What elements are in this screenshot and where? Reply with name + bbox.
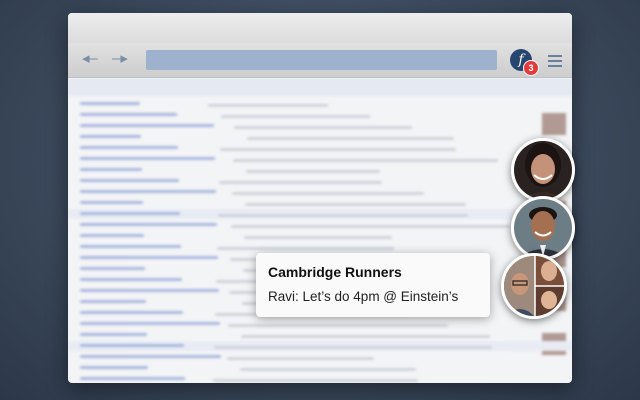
blurred-text-line — [247, 137, 454, 140]
blurred-link-line — [80, 212, 180, 215]
blurred-text-line — [240, 368, 416, 371]
blurred-webpage-content — [68, 78, 572, 383]
address-bar[interactable] — [146, 50, 497, 70]
blurred-link-line — [80, 234, 144, 237]
blurred-link-line — [80, 102, 140, 105]
blurred-link-line — [80, 300, 146, 303]
window-titlebar[interactable] — [68, 13, 572, 43]
blurred-text-line — [233, 159, 498, 162]
blurred-link-line — [80, 355, 221, 358]
chat-head-group[interactable] — [501, 253, 567, 319]
blurred-link-line — [80, 113, 177, 116]
blurred-link-line — [80, 190, 216, 193]
blurred-link-line — [80, 333, 147, 336]
chat-head-man[interactable] — [511, 196, 575, 260]
notification-title: Cambridge Runners — [268, 264, 402, 280]
blurred-thumbnail — [542, 113, 566, 135]
blurred-text-line — [220, 148, 456, 151]
woman-avatar-icon — [514, 141, 572, 199]
page-header-band — [68, 78, 572, 96]
blurred-link-line — [80, 278, 182, 281]
blurred-link-line — [80, 322, 220, 325]
blurred-text-line — [232, 192, 424, 195]
blurred-link-line — [80, 124, 214, 127]
blurred-link-line — [80, 135, 141, 138]
blurred-text-line — [214, 346, 492, 349]
blurred-text-line — [234, 126, 412, 129]
blurred-link-line — [80, 344, 184, 347]
notification-count-badge: 3 — [523, 60, 539, 76]
chat-head-woman[interactable] — [511, 138, 575, 202]
blurred-text-line — [221, 115, 370, 118]
blurred-text-line — [218, 214, 468, 217]
man-avatar-icon — [514, 199, 572, 257]
blurred-text-line — [217, 247, 394, 250]
blurred-text-line — [241, 335, 490, 338]
blurred-link-line — [80, 223, 217, 226]
blurred-text-line — [246, 170, 380, 173]
notification-message: Ravi: Let’s do 4pm @ Einstein’s — [268, 289, 459, 304]
chat-notification-popup[interactable]: Cambridge Runners Ravi: Let’s do 4pm @ E… — [256, 253, 490, 317]
blurred-link-line — [80, 179, 179, 182]
blurred-text-line — [213, 379, 418, 382]
blurred-link-line — [80, 201, 143, 204]
blurred-link-line — [80, 256, 218, 259]
blurred-text-line — [208, 104, 328, 107]
blurred-link-line — [80, 311, 183, 314]
hamburger-menu-icon[interactable] — [548, 55, 562, 67]
forward-arrow-icon[interactable]: –▸ — [112, 51, 128, 67]
group-avatar-icon — [504, 256, 564, 316]
browser-toolbar: ◂– –▸ f 3 — [68, 43, 572, 78]
blurred-link-line — [80, 377, 185, 380]
blurred-link-line — [80, 168, 142, 171]
blurred-text-line — [244, 236, 392, 239]
blurred-link-line — [80, 289, 219, 292]
blurred-link-line — [80, 366, 148, 369]
blurred-link-line — [80, 245, 181, 248]
blurred-text-line — [228, 324, 448, 327]
blurred-link-line — [80, 157, 215, 160]
blurred-link-line — [80, 267, 145, 270]
browser-window: ◂– –▸ f 3 — [68, 13, 572, 383]
blurred-text-line — [227, 357, 374, 360]
blurred-text-line — [245, 203, 466, 206]
blurred-link-line — [80, 146, 178, 149]
blurred-text-line — [219, 181, 382, 184]
blurred-text-line — [231, 225, 510, 228]
back-arrow-icon[interactable]: ◂– — [82, 51, 98, 67]
